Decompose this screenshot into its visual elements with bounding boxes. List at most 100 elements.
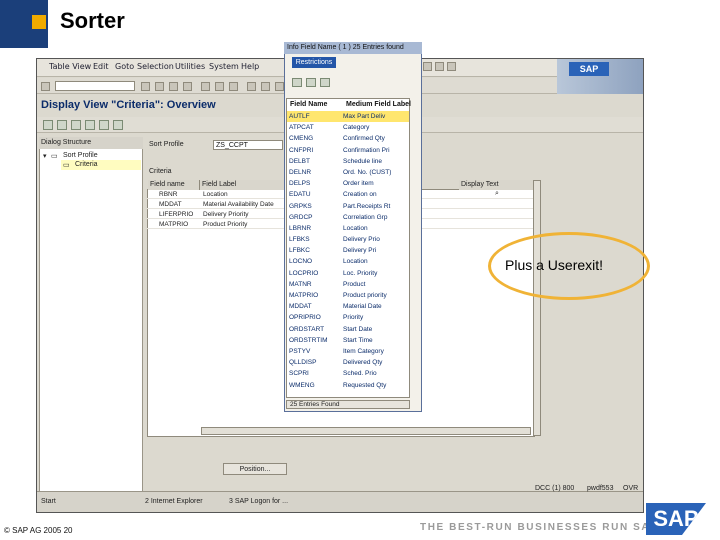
taskbar-task-internet-explorer[interactable]: 2 Internet Explorer <box>145 498 203 505</box>
popup-results-list: AUTLF Max Part Deliv ATPCAT Category CMENG… <box>287 111 409 391</box>
list-item[interactable]: LBRNR Location <box>287 223 409 234</box>
folder-icon: ▭ <box>51 153 58 160</box>
popup-ok-icon[interactable] <box>292 78 302 87</box>
status-bar <box>37 491 643 512</box>
list-item[interactable]: OPRIPRIO Priority <box>287 312 409 323</box>
list-item[interactable]: GRDCP Correlation Grp <box>287 212 409 223</box>
status-mode: OVR <box>623 485 639 492</box>
tree-item-criteria[interactable]: Criteria <box>75 161 98 168</box>
title-accent-square <box>32 15 46 29</box>
row-field-name: MATPRIO <box>159 221 189 228</box>
back-icon[interactable] <box>155 82 164 91</box>
first-page-icon[interactable] <box>247 82 256 91</box>
column-header-display-text: Display Text <box>459 180 535 190</box>
popup-status: 25 Entries Found <box>286 400 410 409</box>
callout-text: Plus a Userexit! <box>505 257 604 273</box>
taskbar-task-sap-logon[interactable]: 3 SAP Logon for ... <box>229 498 288 505</box>
sort-profile-field[interactable]: ZS_CCPT <box>213 140 283 150</box>
list-item[interactable]: MDDAT Material Date <box>287 301 409 312</box>
exit-icon[interactable] <box>169 82 178 91</box>
details-icon[interactable] <box>71 120 81 130</box>
list-item[interactable]: LFBKS Delivery Prio <box>287 234 409 245</box>
select-all-icon[interactable] <box>85 120 95 130</box>
position-button[interactable]: Position... <box>223 463 287 475</box>
row-field-name: MDDAT <box>159 201 182 208</box>
row-field-label: Delivery Priority <box>203 211 249 218</box>
popup-sort-icon[interactable] <box>320 78 330 87</box>
tree-selection-highlight <box>61 160 141 170</box>
popup-find-icon[interactable] <box>306 78 316 87</box>
popup-column-medium-label: Medium Field Label <box>346 101 411 108</box>
row-field-name: RBNR <box>159 191 178 198</box>
list-item[interactable]: LOCPRIO Loc. Priority <box>287 268 409 279</box>
list-item[interactable]: LFBKC Delivery Pri <box>287 245 409 256</box>
status-system: DCC (1) 800 <box>535 485 575 492</box>
list-item[interactable]: DELPS Order item <box>287 178 409 189</box>
copy-icon[interactable] <box>57 120 67 130</box>
row-field-label: Product Priority <box>203 221 248 228</box>
menu-system[interactable]: System <box>209 62 239 71</box>
table-vertical-scrollbar[interactable] <box>533 180 541 436</box>
list-item[interactable]: WMENG Requested Qty <box>287 380 409 391</box>
list-item[interactable]: SCPRI Sched. Prio <box>287 368 409 379</box>
display-change-icon[interactable] <box>43 120 53 130</box>
list-item[interactable]: QLLDISP Delivered Qty <box>287 357 409 368</box>
next-page-icon[interactable] <box>275 82 284 91</box>
list-item[interactable]: GRPKS Part.Receipts Rt <box>287 201 409 212</box>
save-icon[interactable] <box>141 82 150 91</box>
row-field-name: LIFERPRIO <box>159 211 194 218</box>
deselect-icon[interactable] <box>99 120 109 130</box>
list-item[interactable]: ATPCAT Category <box>287 122 409 133</box>
criteria-label: Criteria <box>149 168 172 175</box>
table-horizontal-scrollbar[interactable] <box>201 427 531 435</box>
window-close-icon[interactable] <box>447 62 456 71</box>
menu-utilities[interactable]: Utilities <box>175 62 205 71</box>
list-item[interactable]: DELNR Ord. No. (CUST) <box>287 167 409 178</box>
restrictions-tab[interactable]: Restrictions <box>292 57 336 68</box>
popup-title: Info Field Name ( 1 ) 25 Entries found <box>284 42 422 54</box>
start-button[interactable]: Start <box>41 498 56 505</box>
popup-column-field-name: Field Name <box>290 101 328 108</box>
menu-table-view[interactable]: Table View <box>49 62 91 71</box>
transport-icon[interactable] <box>113 120 123 130</box>
tree-header: Dialog Structure <box>39 137 143 149</box>
list-item[interactable]: EDATU Creation on <box>287 189 409 200</box>
list-item[interactable]: LOCNO Location <box>287 256 409 267</box>
print-icon[interactable] <box>201 82 210 91</box>
menu-goto[interactable]: Goto <box>115 62 134 71</box>
display-text-search-icon[interactable]: ⌕ <box>495 190 499 198</box>
dialog-structure-tree <box>39 137 143 497</box>
column-header-field-name: Field name <box>148 180 200 190</box>
list-item[interactable]: CMENG Confirmed Qty <box>287 133 409 144</box>
list-item[interactable]: ORDSTART Start Date <box>287 324 409 335</box>
find-next-icon[interactable] <box>229 82 238 91</box>
window-maximize-icon[interactable] <box>435 62 444 71</box>
window-minimize-icon[interactable] <box>423 62 432 71</box>
list-item[interactable]: ORDSTRTIM Start Time <box>287 335 409 346</box>
list-item[interactable]: CNFPRI Confirmation Pri <box>287 145 409 156</box>
view-title: Display View "Criteria": Overview <box>41 99 216 111</box>
list-item[interactable]: MATPRIO Product priority <box>287 290 409 301</box>
sap-logo: SAP <box>646 503 706 535</box>
slide-title: Sorter <box>60 8 125 33</box>
cancel-icon[interactable] <box>183 82 192 91</box>
tagline: THE BEST-RUN BUSINESSES RUN SAP <box>420 522 659 533</box>
tree-item-sort-profile[interactable]: Sort Profile <box>63 152 98 159</box>
list-item[interactable]: DELBT Schedule line <box>287 156 409 167</box>
list-item[interactable]: MATNR Product <box>287 279 409 290</box>
menu-edit[interactable]: Edit <box>93 62 109 71</box>
sort-profile-label: Sort Profile <box>149 141 184 148</box>
sap-window-logo: SAP <box>569 62 609 76</box>
list-item[interactable]: PSTYV Item Category <box>287 346 409 357</box>
menu-selection[interactable]: Selection <box>137 62 174 71</box>
tree-expand-icon[interactable]: ▾ <box>43 152 47 160</box>
copyright: © SAP AG 2005 20 <box>4 526 73 535</box>
previous-page-icon[interactable] <box>261 82 270 91</box>
list-item[interactable]: AUTLF Max Part Deliv <box>287 111 409 123</box>
enter-icon[interactable] <box>41 82 50 91</box>
menu-help[interactable]: Help <box>241 62 259 71</box>
row-field-label: Material Availability Date <box>203 201 274 208</box>
find-icon[interactable] <box>215 82 224 91</box>
open-folder-icon: ▭ <box>63 162 70 169</box>
command-field[interactable] <box>55 81 135 91</box>
